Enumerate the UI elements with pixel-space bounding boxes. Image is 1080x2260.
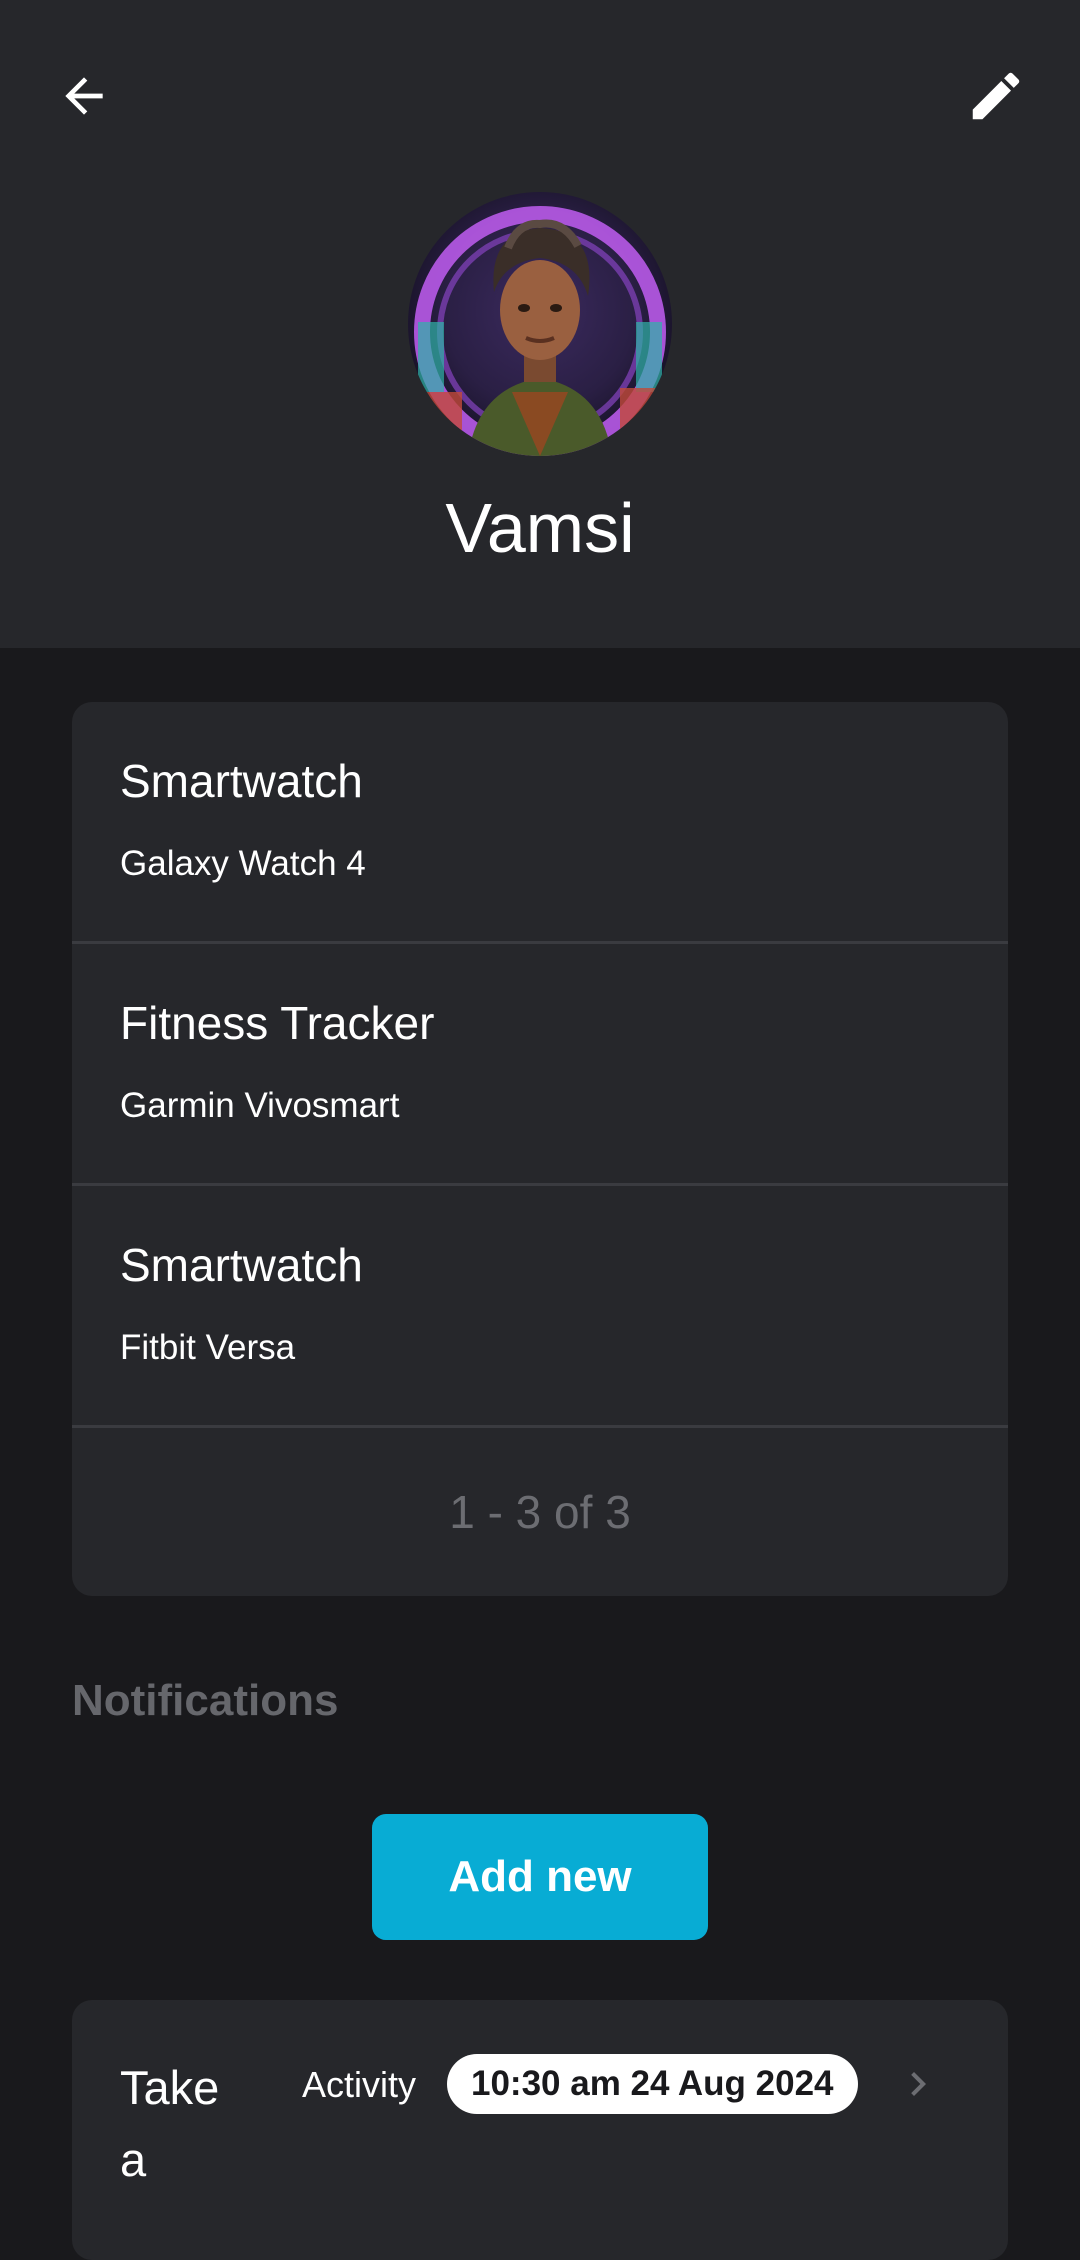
device-model: Garmin Vivosmart [120, 1086, 400, 1125]
device-type: Smartwatch [120, 1239, 363, 1291]
devices-list: Smartwatch Galaxy Watch 4 Fitness Tracke… [72, 702, 1008, 1596]
add-new-button[interactable]: Add new [372, 1814, 708, 1940]
device-item[interactable]: Fitness Tracker Garmin Vivosmart [72, 944, 1008, 1186]
notification-type: Activity [302, 2064, 417, 2105]
device-model: Fitbit Versa [120, 1328, 296, 1367]
device-item[interactable]: Smartwatch Galaxy Watch 4 [72, 702, 1008, 944]
notification-item[interactable]: Take a Activity 10:30 am 24 Aug 2024 [72, 2000, 1008, 2260]
arrow-left-icon [65, 77, 103, 115]
back-button[interactable] [36, 48, 132, 144]
notifications-title: Notifications [72, 1676, 339, 1725]
profile-header: Vamsi [0, 0, 1080, 648]
notification-title: Take a [120, 2061, 220, 2186]
chevron-right-icon[interactable] [894, 2060, 942, 2108]
device-item[interactable]: Smartwatch Fitbit Versa [72, 1186, 1008, 1428]
user-name: Vamsi [445, 489, 635, 567]
pagination-label: 1 - 3 of 3 [449, 1486, 631, 1538]
notification-time-badge: 10:30 am 24 Aug 2024 [447, 2054, 858, 2114]
device-type: Fitness Tracker [120, 997, 435, 1049]
device-type: Smartwatch [120, 755, 363, 807]
avatar [408, 192, 672, 456]
edit-button[interactable] [948, 48, 1044, 144]
pencil-icon [972, 72, 1020, 120]
device-model: Galaxy Watch 4 [120, 844, 366, 883]
